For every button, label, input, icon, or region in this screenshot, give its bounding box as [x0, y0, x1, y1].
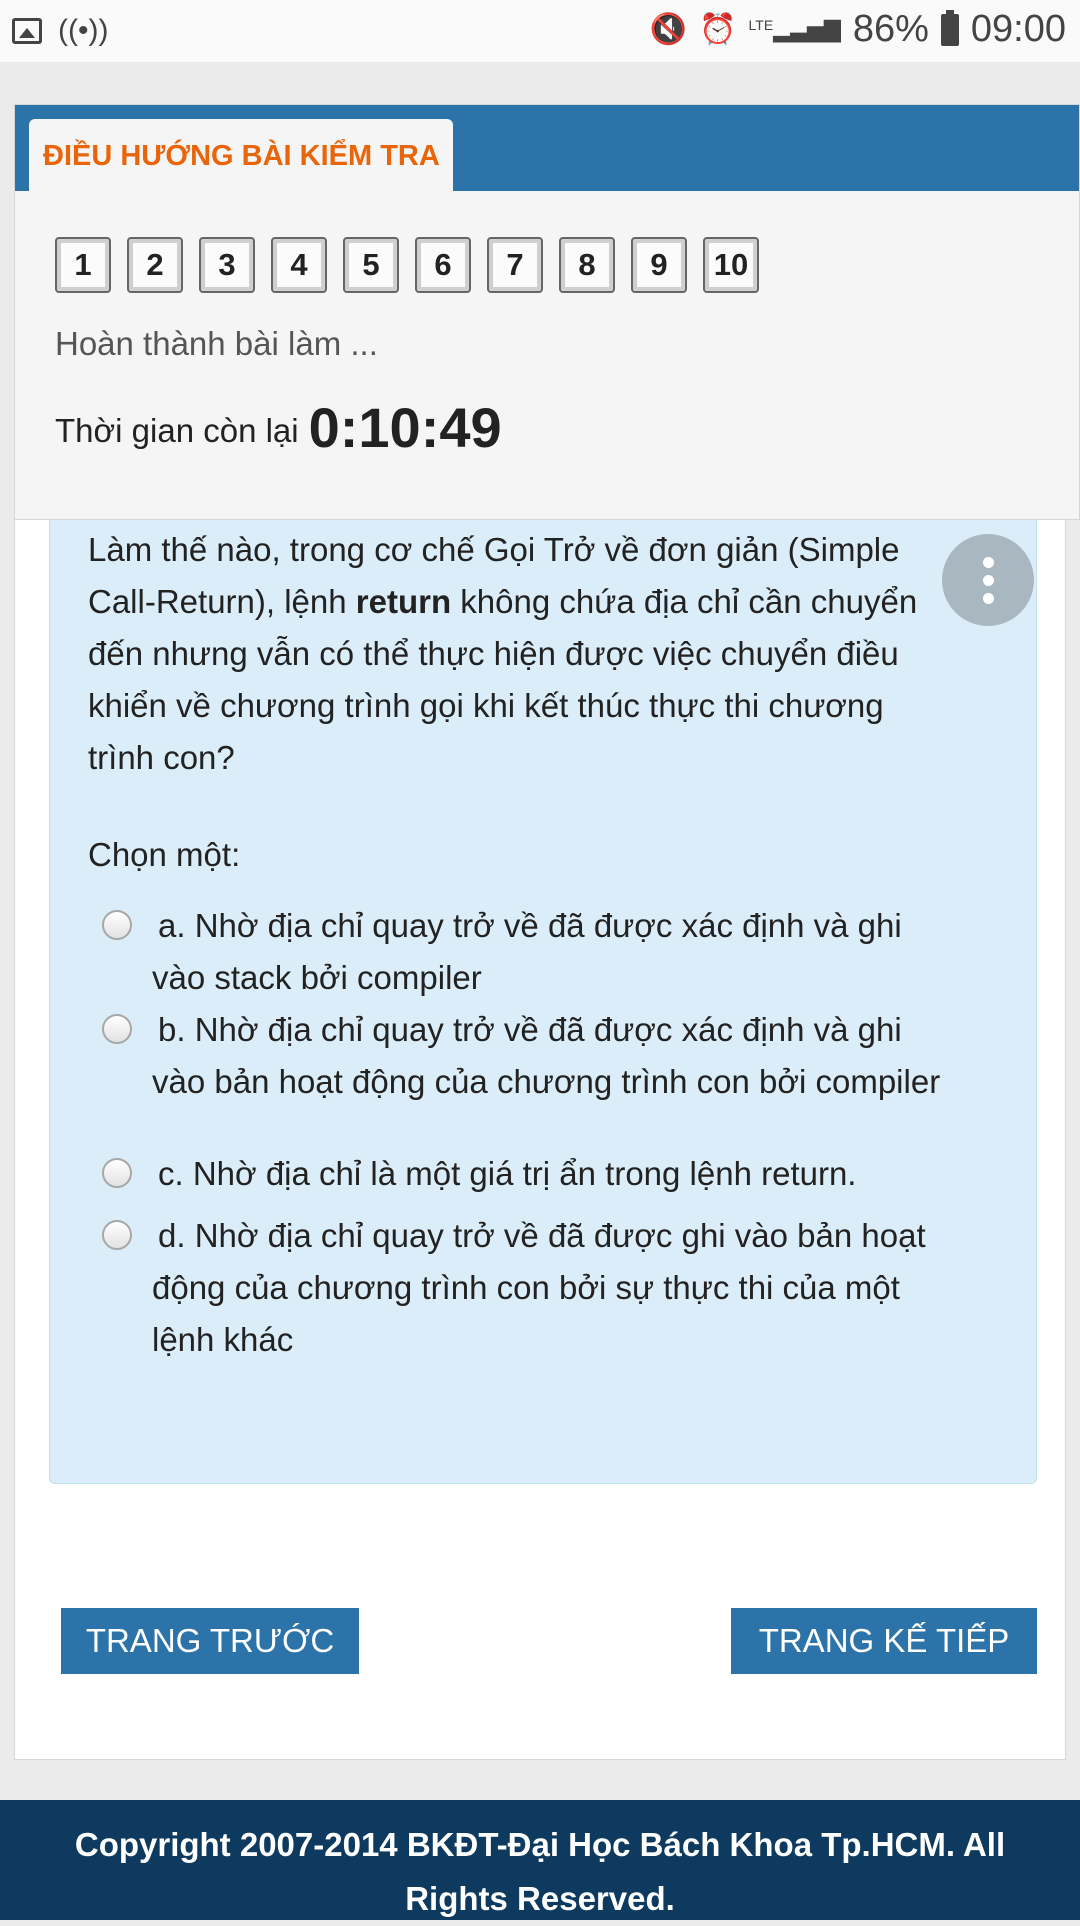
copyright-text: Copyright 2007-2014 BKĐT-Đại Học Bách Kh…	[74, 1826, 1006, 1917]
answer-option-c[interactable]: c. Nhờ địa chỉ là một giá trị ẩn trong l…	[102, 1148, 982, 1200]
question-number-button[interactable]: 2	[127, 237, 183, 293]
radio-button[interactable]	[102, 910, 132, 940]
next-page-button[interactable]: TRANG KẾ TIẾP	[731, 1608, 1037, 1674]
timer-label: Thời gian còn lại	[55, 412, 299, 449]
question-number-button[interactable]: 1	[55, 237, 111, 293]
timer: Thời gian còn lại 0:10:49	[55, 395, 502, 460]
quiz-navigation-panel: ĐIỀU HƯỚNG BÀI KIỂM TRA 1 2 3 4 5 6 7 8 9 10 Hoàn…	[14, 104, 1080, 520]
battery-icon	[940, 9, 959, 46]
radio-button[interactable]	[102, 1014, 132, 1044]
option-label: b. Nhờ địa chỉ quay trở về đã được xác đ…	[152, 1011, 941, 1100]
question-text: Làm thế nào, trong cơ chế Gọi Trở về đơn…	[88, 524, 938, 784]
question-number-button[interactable]: 8	[559, 237, 615, 293]
choose-one-label: Chọn một:	[88, 836, 241, 873]
alarm-icon: ⏰	[699, 13, 737, 46]
main-content: Làm thế nào, trong cơ chế Gọi Trở về đơn…	[14, 520, 1066, 1760]
broadcast-icon: ((•))	[58, 14, 109, 47]
question-number-button[interactable]: 4	[271, 237, 327, 293]
question-number-button[interactable]: 7	[487, 237, 543, 293]
question-number-button[interactable]: 9	[631, 237, 687, 293]
question-number-buttons: 1 2 3 4 5 6 7 8 9 10	[55, 237, 759, 293]
answer-option-d[interactable]: d. Nhờ địa chỉ quay trở về đã được ghi v…	[102, 1210, 982, 1366]
question-number-button[interactable]: 5	[343, 237, 399, 293]
option-label: a. Nhờ địa chỉ quay trở về đã được xác đ…	[152, 907, 902, 996]
mute-icon: 🔇	[649, 13, 688, 46]
question-number-button[interactable]: 10	[703, 237, 759, 293]
finish-attempt-link[interactable]: Hoàn thành bài làm ...	[55, 325, 378, 363]
dot-icon	[982, 592, 994, 604]
question-text-bold: return	[355, 583, 452, 620]
option-label: c. Nhờ địa chỉ là một giá trị ẩn trong l…	[158, 1155, 857, 1192]
clock: 09:00	[970, 8, 1066, 50]
question-number-button[interactable]: 6	[415, 237, 471, 293]
answer-option-a[interactable]: a. Nhờ địa chỉ quay trở về đã được xác đ…	[102, 900, 982, 1004]
option-label: d. Nhờ địa chỉ quay trở về đã được ghi v…	[152, 1217, 926, 1358]
timer-value: 0:10:49	[308, 396, 502, 459]
question-box: Làm thế nào, trong cơ chế Gọi Trở về đơn…	[49, 520, 1037, 1484]
radio-button[interactable]	[102, 1158, 132, 1188]
status-bar: ((•)) 🔇 ⏰ LTE▂▃▅▇ 86% 09:00	[0, 0, 1080, 62]
footer: Copyright 2007-2014 BKĐT-Đại Học Bách Kh…	[0, 1800, 1080, 1920]
answer-option-b[interactable]: b. Nhờ địa chỉ quay trở về đã được xác đ…	[102, 1004, 982, 1108]
top-gap	[0, 62, 1080, 88]
signal-icon: LTE▂▃▅▇	[748, 16, 841, 42]
more-options-button[interactable]	[942, 534, 1034, 626]
nav-header-bar: ĐIỀU HƯỚNG BÀI KIỂM TRA	[15, 105, 1079, 193]
question-number-button[interactable]: 3	[199, 237, 255, 293]
nav-header-title: ĐIỀU HƯỚNG BÀI KIỂM TRA	[29, 119, 453, 193]
radio-button[interactable]	[102, 1220, 132, 1250]
battery-percent: 86%	[852, 8, 929, 50]
image-notification-icon	[12, 18, 42, 44]
previous-page-button[interactable]: TRANG TRƯỚC	[61, 1608, 359, 1674]
dot-icon	[982, 574, 994, 586]
network-type: LTE	[748, 16, 774, 33]
dot-icon	[982, 556, 994, 568]
